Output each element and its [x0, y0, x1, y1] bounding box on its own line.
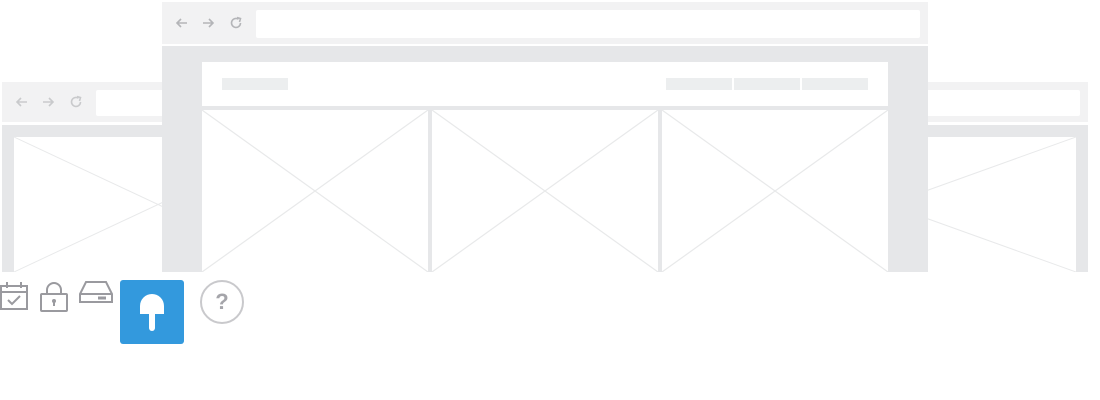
image-placeholder — [432, 110, 658, 272]
nav-item-placeholder[interactable] — [734, 78, 800, 90]
popsicle-icon — [140, 294, 164, 331]
popsicle-button[interactable] — [120, 280, 184, 344]
help-icon: ? — [215, 289, 229, 314]
mock-page-header — [202, 62, 888, 110]
lock-icon[interactable] — [38, 280, 70, 314]
foreground-browser-window — [162, 2, 928, 272]
mock-page — [202, 62, 888, 272]
nav-item-placeholder[interactable] — [802, 78, 868, 90]
back-arrow-icon[interactable] — [174, 15, 190, 31]
nav-item-placeholder[interactable] — [666, 78, 732, 90]
forward-arrow-icon[interactable] — [200, 15, 216, 31]
forward-arrow-icon[interactable] — [40, 94, 56, 110]
help-button[interactable]: ? — [200, 280, 244, 324]
reload-icon[interactable] — [68, 94, 84, 110]
logo-placeholder — [222, 78, 288, 90]
calendar-check-icon[interactable] — [0, 280, 30, 312]
back-arrow-icon[interactable] — [14, 94, 30, 110]
image-placeholder — [202, 110, 428, 272]
browser-toolbar — [900, 82, 1088, 122]
drive-icon[interactable] — [78, 280, 114, 306]
reload-icon[interactable] — [228, 15, 244, 31]
address-bar[interactable] — [256, 10, 920, 38]
image-placeholder — [662, 110, 888, 272]
browser-toolbar — [162, 2, 928, 44]
page-viewport — [162, 46, 928, 272]
background-browser-window-right — [900, 82, 1088, 272]
page-viewport — [900, 125, 1088, 272]
